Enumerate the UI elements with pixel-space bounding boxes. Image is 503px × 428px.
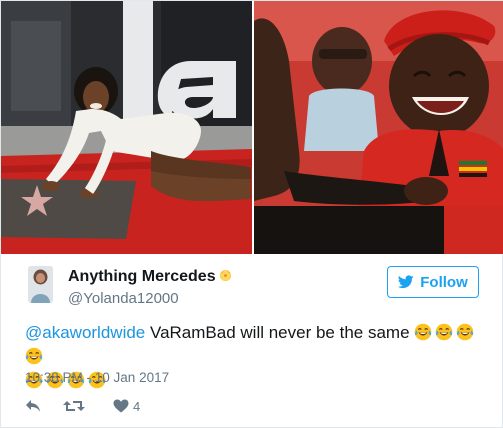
laughing-man-photo	[254, 1, 503, 254]
like-count: 4	[133, 398, 141, 414]
follow-button-label: Follow	[420, 273, 468, 291]
like-button[interactable]: 4	[113, 399, 140, 414]
photo-left[interactable]	[1, 1, 252, 254]
reply-icon	[26, 400, 40, 412]
tweet-actions: 4	[25, 396, 140, 416]
author-name-text: Anything Mercedes	[68, 268, 216, 285]
tweet-media[interactable]	[1, 1, 503, 254]
tweet-timestamp[interactable]: 10:38 PM - 10 Jan 2017	[25, 370, 169, 385]
face-with-tears-of-joy-icon	[414, 323, 432, 341]
author-avatar[interactable]	[28, 266, 53, 303]
hibiscus-flower-icon	[219, 270, 231, 281]
author-name[interactable]: Anything Mercedes	[68, 268, 232, 286]
twitter-bird-icon	[398, 275, 414, 289]
retweet-button[interactable]	[63, 399, 85, 413]
face-with-tears-of-joy-icon	[25, 347, 43, 365]
reply-button[interactable]	[25, 399, 41, 413]
photo-right[interactable]	[254, 1, 503, 254]
follow-button[interactable]: Follow	[387, 266, 479, 298]
heart-icon	[113, 399, 129, 413]
face-with-tears-of-joy-icon	[456, 323, 474, 341]
face-with-tears-of-joy-icon	[435, 323, 453, 341]
avatar-image	[28, 266, 53, 303]
embedded-tweet-card: Anything Mercedes @Yolanda12000 Follow @…	[0, 0, 503, 428]
retweet-icon	[63, 401, 85, 411]
hollywood-star-photo	[1, 1, 252, 254]
mention-link[interactable]: @akaworldwide	[25, 323, 145, 342]
tweet-text-body: VaRamBad will never be the same	[145, 323, 415, 342]
author-handle[interactable]: @Yolanda12000	[68, 290, 179, 307]
